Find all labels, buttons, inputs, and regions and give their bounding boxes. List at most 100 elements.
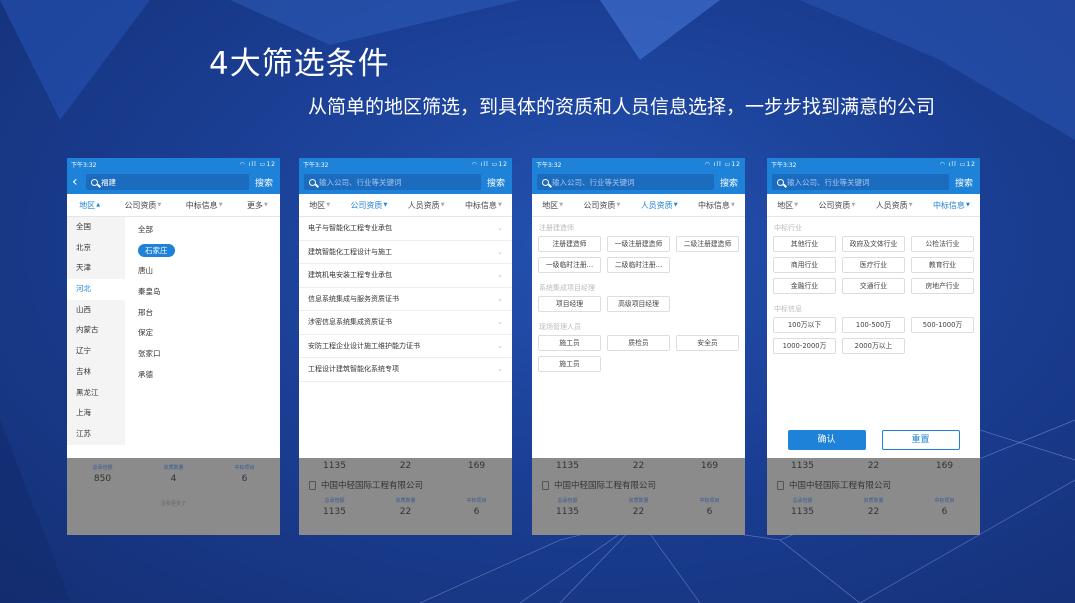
city-item[interactable]: 邢台 [125,303,280,324]
status-icons: ◠ ıll ▭12 [239,160,276,168]
search-button[interactable]: 搜索 [718,176,740,189]
search-box[interactable] [537,174,714,190]
list-item[interactable]: 建筑智能化工程设计与施工 ⌄ [299,241,512,264]
tag-option[interactable]: 教育行业 [911,257,974,273]
phone-company-qual-filter: 下午3:32 ◠ ıll ▭12 搜索 地区▼ 公司资质▼ 人员资质▼ 中标信息… [299,158,512,535]
list-item[interactable]: 建筑机电安装工程专业承包 ⌄ [299,264,512,288]
city-item[interactable]: 唐山 [125,261,280,282]
search-box[interactable] [304,174,481,190]
province-item[interactable]: 山西 [67,300,125,321]
filter-region[interactable]: 地区 ▼ [542,200,563,211]
city-item[interactable]: 张家口 [125,344,280,365]
dimmed-results: 1135 22 169 中国中轻国际工程有限公司 总承包额 资质数量 中标项目 1135… [299,458,512,535]
search-button[interactable]: 搜索 [485,176,507,189]
filter-company-qual[interactable]: 公司资质 ▼ [124,200,161,211]
city-item[interactable]: 承德 [125,365,280,386]
search-button[interactable]: 搜索 [953,176,975,189]
tag-option[interactable]: 商用行业 [773,257,836,273]
tag-option[interactable]: 交通行业 [842,278,905,294]
list-item[interactable]: 工程设计建筑智能化系统专项 ⌄ [299,358,512,382]
list-item[interactable]: 信息系统集成与服务资质证书 ⌄ [299,288,512,311]
province-item[interactable]: 上海 [67,403,125,424]
tag-option[interactable]: 公检法行业 [911,236,974,252]
phone-person-qual-filter: 下午3:32 ◠ ıll ▭12 搜索 地区▼ 公司资质▼ 人员资质▼ 中标信息… [532,158,745,535]
province-item[interactable]: 全国 [67,217,125,238]
phone-region-filter: 下午3:32 ◠ ıll ▭12 ‹ 搜索 地区▲ 公司资质▼ 中标信息▼ 更多… [67,158,280,535]
province-item[interactable]: 北京 [67,238,125,259]
search-icon [777,178,784,186]
document-icon [309,480,316,490]
caret-down-icon: ▼ [326,202,331,208]
tag-option[interactable]: 其他行业 [773,236,836,252]
filter-more[interactable]: 更多 ▼ [247,200,268,211]
tag-option[interactable]: 政府及文体行业 [842,236,905,252]
filter-region[interactable]: 地区 ▼ [309,200,330,211]
filter-region[interactable]: 地区 ▼ [777,200,798,211]
search-input[interactable] [319,177,476,187]
tag-option[interactable]: 项目经理 [538,296,601,312]
tag-option[interactable]: 医疗行业 [842,257,905,273]
province-item-selected[interactable]: 河北 [67,279,125,300]
tag-option[interactable]: 二级注册建造师 [676,236,739,252]
list-item[interactable]: 电子与智能化工程专业承包 ⌄ [299,217,512,241]
province-item[interactable]: 内蒙古 [67,320,125,341]
tag-option[interactable]: 100-500万 [842,317,905,333]
city-item[interactable]: 保定 [125,323,280,344]
filter-person-qual[interactable]: 人员资质 ▼ [641,200,678,211]
chevron-down-icon: ⌄ [497,341,503,350]
filter-company-qual[interactable]: 公司资质 ▼ [350,200,387,211]
confirm-button[interactable]: 确认 [787,430,866,450]
tag-group: 施工员 质检员 安全员 施工员 [532,335,745,372]
search-box[interactable] [772,174,949,190]
tag-option[interactable]: 100万以下 [773,317,836,333]
province-item[interactable]: 黑龙江 [67,383,125,404]
filter-company-qual[interactable]: 公司资质 ▼ [583,200,620,211]
province-item[interactable]: 辽宁 [67,341,125,362]
tag-option[interactable]: 500-1000万 [911,317,974,333]
filter-person-qual[interactable]: 人员资质 ▼ [408,200,445,211]
city-item[interactable]: 秦皇岛 [125,282,280,303]
caret-down-icon: ▼ [851,202,856,208]
filter-person-qual[interactable]: 人员资质 ▼ [876,200,913,211]
back-arrow-icon[interactable]: ‹ [72,175,82,189]
list-item[interactable]: 安防工程企业设计施工维护能力证书 ⌄ [299,335,512,358]
province-item[interactable]: 吉林 [67,362,125,383]
tag-option[interactable]: 安全员 [676,335,739,351]
tag-option[interactable]: 施工员 [538,335,601,351]
search-button[interactable]: 搜索 [253,176,275,189]
filter-bid-info[interactable]: 中标信息 ▼ [465,200,502,211]
tag-option[interactable]: 一级注册建造师 [607,236,670,252]
caret-up-icon: ▲ [96,202,101,208]
filter-company-qual[interactable]: 公司资质 ▼ [818,200,855,211]
search-input[interactable] [787,177,944,187]
tag-option[interactable]: 注册建造师 [538,236,601,252]
tag-option[interactable]: 质检员 [607,335,670,351]
reset-button[interactable]: 重置 [881,430,960,450]
tag-option[interactable]: 2000万以上 [842,338,905,354]
tag-option[interactable]: 一级临时注册... [538,257,601,273]
list-item[interactable]: 涉密信息系统集成资质证书 ⌄ [299,311,512,335]
dimmed-results: 1135 22 169 中国中轻国际工程有限公司 总承包额 资质数量 中标项目 1135… [767,458,980,535]
tag-option[interactable]: 高级项目经理 [607,296,670,312]
tag-option[interactable]: 施工员 [538,356,601,372]
status-icons: ◠ ıll ▭12 [471,160,508,168]
tag-option[interactable]: 金融行业 [773,278,836,294]
tag-option[interactable]: 1000-2000万 [773,338,836,354]
filter-bid-info[interactable]: 中标信息 ▼ [698,200,735,211]
city-item-selected[interactable]: 石家庄 [125,241,280,262]
search-input[interactable] [552,177,709,187]
province-item[interactable]: 天津 [67,258,125,279]
stat-labels: 总承包额 资质数量 中标项目 [92,465,255,471]
tag-option[interactable]: 房地产行业 [911,278,974,294]
filter-region[interactable]: 地区 ▲ [79,200,100,211]
search-input[interactable] [101,177,244,187]
slide-title: 4大筛选条件 [209,46,390,82]
search-box[interactable] [86,174,249,190]
province-item[interactable]: 江苏 [67,424,125,445]
filter-bid-info[interactable]: 中标信息 ▼ [186,200,223,211]
tag-option[interactable]: 二级临时注册... [607,257,670,273]
search-icon [91,178,98,186]
caret-down-icon: ▼ [730,202,735,208]
city-item[interactable]: 全部 [125,220,280,241]
filter-bid-info[interactable]: 中标信息 ▼ [933,200,970,211]
